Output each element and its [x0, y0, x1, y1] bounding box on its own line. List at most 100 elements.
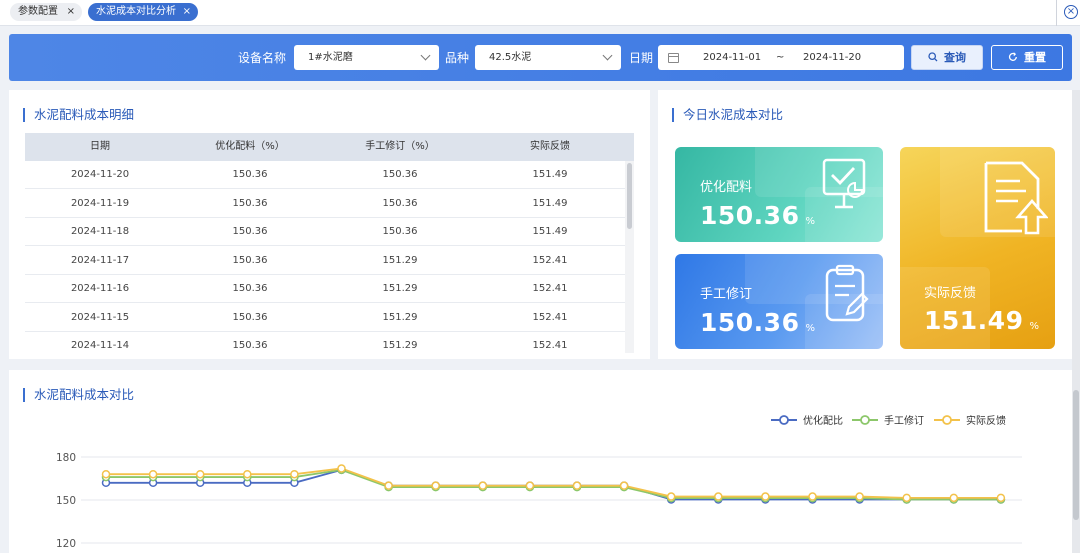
card-manual-value-wrap: 150.36% [700, 309, 816, 343]
cell-optimized: 150.36 [232, 226, 268, 237]
clipboard-edit-icon [825, 264, 869, 322]
variety-label: 品种 [445, 51, 470, 65]
table-row[interactable]: 2024-11-20 150.36 150.36 151.49 [25, 161, 625, 189]
card-actual: 实际反馈 151.49% [900, 147, 1055, 349]
data-point[interactable] [384, 481, 393, 490]
table-row[interactable]: 2024-11-16 150.36 151.29 152.41 [25, 275, 625, 303]
cell-date: 2024-11-20 [70, 169, 130, 180]
tab-close-icon[interactable]: × [67, 3, 75, 21]
card-actual-value-wrap: 151.49% [924, 307, 1040, 341]
tab-param-config-label: 参数配置 [18, 6, 58, 17]
cell-actual: 151.49 [532, 169, 568, 180]
data-point[interactable] [195, 469, 205, 479]
card-manual-unit: % [805, 323, 816, 334]
chevron-down-icon [420, 50, 431, 61]
column-header-date: 日期 [90, 141, 110, 152]
cell-manual: 151.29 [382, 254, 418, 266]
table-row[interactable]: 2024-11-18 150.36 150.36 151.49 [25, 218, 625, 246]
data-point[interactable] [996, 493, 1006, 503]
variety-select[interactable]: 42.5水泥 [475, 45, 621, 70]
card-optimized-value: 150.36 [700, 201, 800, 230]
cell-manual: 150.36 [382, 169, 418, 180]
today-comparison-panel: 今日水泥成本对比 优化配料 150.36% 手工修订 150.36% 实际反馈 [658, 90, 1072, 359]
cell-date: 2024-11-14 [70, 340, 130, 351]
date-end[interactable]: 2024-11-20 [803, 45, 861, 70]
cost-detail-panel: 水泥配料成本明细 日期 优化配料（%） 手工修订（%） 实际反馈 2024-11… [9, 90, 650, 359]
column-header-optimized: 优化配料（%） [215, 141, 285, 152]
table-row[interactable]: 2024-11-17 150.36 151.29 152.41 [25, 247, 625, 275]
data-point[interactable] [525, 481, 535, 490]
data-point[interactable] [902, 493, 911, 503]
data-point[interactable] [855, 492, 864, 501]
cell-manual: 151.29 [382, 311, 418, 323]
data-point[interactable] [478, 481, 488, 490]
data-point[interactable] [148, 469, 158, 479]
table-row[interactable]: 2024-11-15 150.36 151.29 152.41 [25, 304, 625, 332]
cell-actual: 151.49 [532, 226, 568, 237]
tab-divider [1056, 0, 1057, 26]
data-point[interactable] [572, 481, 582, 490]
table-row[interactable]: 2024-11-14 150.36 151.29 152.41 [25, 332, 625, 353]
cell-optimized: 150.36 [232, 340, 268, 351]
device-label: 设备名称 [238, 51, 287, 65]
chevron-down-icon [602, 50, 613, 61]
date-range-picker[interactable]: 2024-11-01 ~ 2024-11-20 [658, 45, 904, 70]
cell-actual: 152.41 [532, 311, 568, 323]
cell-optimized: 150.36 [232, 254, 268, 266]
data-point[interactable] [808, 492, 817, 501]
reset-button[interactable]: 重置 [991, 45, 1063, 70]
cell-optimized: 150.36 [232, 197, 268, 209]
date-separator: ~ [776, 52, 785, 63]
cell-actual: 152.41 [532, 254, 568, 266]
data-point[interactable] [290, 469, 299, 479]
cell-manual: 150.36 [382, 197, 418, 209]
cost-trend-panel: 水泥配料成本对比 优化配比 手工修订 实际反馈 180 150 120 [9, 370, 1072, 553]
cost-detail-title: 水泥配料成本明细 [23, 108, 134, 122]
data-point[interactable] [761, 492, 770, 501]
calendar-icon [668, 53, 679, 63]
data-point[interactable] [619, 481, 629, 490]
card-optimized-label: 优化配料 [700, 180, 753, 195]
tab-bar: 参数配置 × 水泥成本对比分析 × × [0, 0, 1080, 26]
cell-date: 2024-11-16 [70, 283, 130, 294]
tab-close-icon[interactable]: × [183, 3, 191, 21]
data-point[interactable] [337, 464, 346, 473]
card-manual-value: 150.36 [700, 308, 800, 337]
data-point[interactable] [101, 469, 111, 479]
date-label: 日期 [629, 51, 654, 65]
cell-actual: 152.41 [532, 340, 568, 351]
tab-param-config[interactable]: 参数配置 × [10, 3, 82, 21]
refresh-icon [1008, 46, 1018, 69]
cost-trend-chart: 180 150 120 [56, 452, 1022, 550]
card-optimized-value-wrap: 150.36% [700, 202, 816, 236]
date-start[interactable]: 2024-11-01 [703, 45, 761, 70]
card-actual-value: 151.49 [924, 306, 1024, 335]
card-manual: 手工修订 150.36% [675, 254, 883, 349]
table-scrollbar[interactable] [625, 161, 634, 353]
query-button[interactable]: 查询 [911, 45, 983, 70]
cell-optimized: 150.36 [232, 283, 268, 294]
page-scrollbar-thumb[interactable] [1073, 390, 1079, 520]
cell-date: 2024-11-18 [70, 226, 130, 237]
table-row[interactable]: 2024-11-19 150.36 150.36 151.49 [25, 190, 625, 218]
cell-date: 2024-11-19 [70, 197, 130, 209]
data-point[interactable] [431, 481, 440, 490]
filter-bar: 设备名称 1#水泥磨 品种 42.5水泥 日期 2024-11-01 ~ 202… [9, 34, 1072, 81]
table-scrollbar-thumb[interactable] [627, 163, 632, 229]
column-header-actual: 实际反馈 [530, 141, 570, 152]
table-header: 日期 优化配料（%） 手工修订（%） 实际反馈 [25, 133, 634, 161]
close-all-icon[interactable]: × [1064, 5, 1078, 19]
card-actual-label: 实际反馈 [924, 286, 977, 301]
device-select[interactable]: 1#水泥磨 [294, 45, 439, 70]
data-point[interactable] [243, 469, 252, 479]
document-upload-icon [984, 161, 1048, 235]
tab-cement-cost-analysis-label: 水泥成本对比分析 [96, 6, 176, 17]
data-point[interactable] [666, 492, 676, 501]
data-point[interactable] [714, 492, 723, 501]
today-comparison-title: 今日水泥成本对比 [672, 108, 783, 122]
page-scrollbar[interactable] [1072, 90, 1080, 553]
card-optimized-unit: % [805, 216, 816, 227]
y-tick-label: 150 [56, 495, 76, 507]
tab-cement-cost-analysis[interactable]: 水泥成本对比分析 × [88, 3, 198, 21]
data-point[interactable] [949, 493, 959, 503]
